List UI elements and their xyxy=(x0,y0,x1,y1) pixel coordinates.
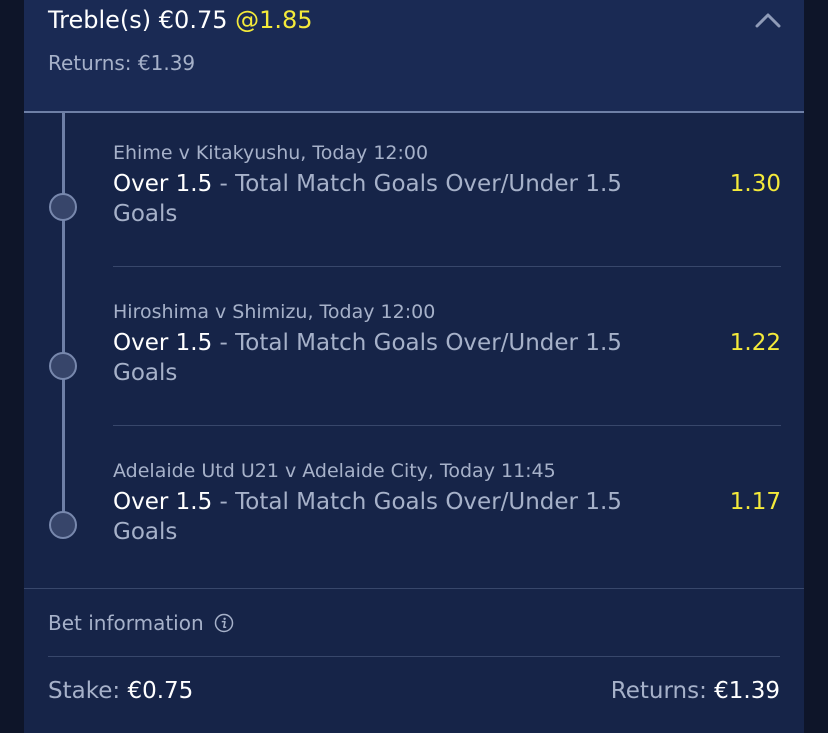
bet-stake: €0.75 xyxy=(158,6,228,34)
header-returns-label: Returns: xyxy=(48,51,132,75)
selection-description: Over 1.5 - Total Match Goals Over/Under … xyxy=(113,487,683,547)
bet-information-label: Bet information xyxy=(48,611,204,635)
selection-odds: 1.22 xyxy=(729,330,781,356)
selection-odds: 1.30 xyxy=(729,171,781,197)
footer-returns-value: €1.39 xyxy=(714,678,780,704)
header-returns: Returns: €1.39 xyxy=(48,51,195,75)
footer-returns-label: Returns: xyxy=(610,678,707,704)
selection-event: Ehime v Kitakyushu, Today 12:00 xyxy=(113,142,429,164)
selection-event: Hiroshima v Shimizu, Today 12:00 xyxy=(113,301,436,323)
header-returns-value: €1.39 xyxy=(137,51,196,75)
selection-name: Over 1.5 xyxy=(113,489,213,515)
footer-stake: Stake: €0.75 xyxy=(48,678,193,704)
divider xyxy=(48,656,780,657)
footer-returns: Returns: €1.39 xyxy=(611,678,780,704)
selection-name: Over 1.5 xyxy=(113,171,213,197)
selection-event: Adelaide Utd U21 v Adelaide City, Today … xyxy=(113,460,556,482)
selection-name: Over 1.5 xyxy=(113,330,213,356)
footer-stake-value: €0.75 xyxy=(127,678,194,704)
chevron-up-icon[interactable] xyxy=(754,10,782,30)
divider xyxy=(24,588,804,589)
bet-total-odds: @1.85 xyxy=(235,6,313,34)
bet-title: Treble(s) €0.75 @1.85 xyxy=(48,6,313,34)
timeline-node xyxy=(49,511,77,539)
footer-stake-label: Stake: xyxy=(48,678,121,704)
bet-type: Treble(s) xyxy=(48,6,152,34)
selection-odds: 1.17 xyxy=(729,489,781,515)
timeline-line xyxy=(62,113,65,523)
bet-slip-panel: Treble(s) €0.75 @1.85 Returns: €1.39 Ehi… xyxy=(24,0,804,733)
timeline-node xyxy=(49,193,77,221)
selection-description: Over 1.5 - Total Match Goals Over/Under … xyxy=(113,328,683,388)
timeline-node xyxy=(49,352,77,380)
info-icon[interactable] xyxy=(214,613,234,633)
bet-information-link[interactable]: Bet information xyxy=(48,611,234,635)
selection-description: Over 1.5 - Total Match Goals Over/Under … xyxy=(113,169,683,229)
divider xyxy=(113,425,781,426)
divider xyxy=(113,266,781,267)
bet-header[interactable]: Treble(s) €0.75 @1.85 Returns: €1.39 xyxy=(24,0,804,113)
